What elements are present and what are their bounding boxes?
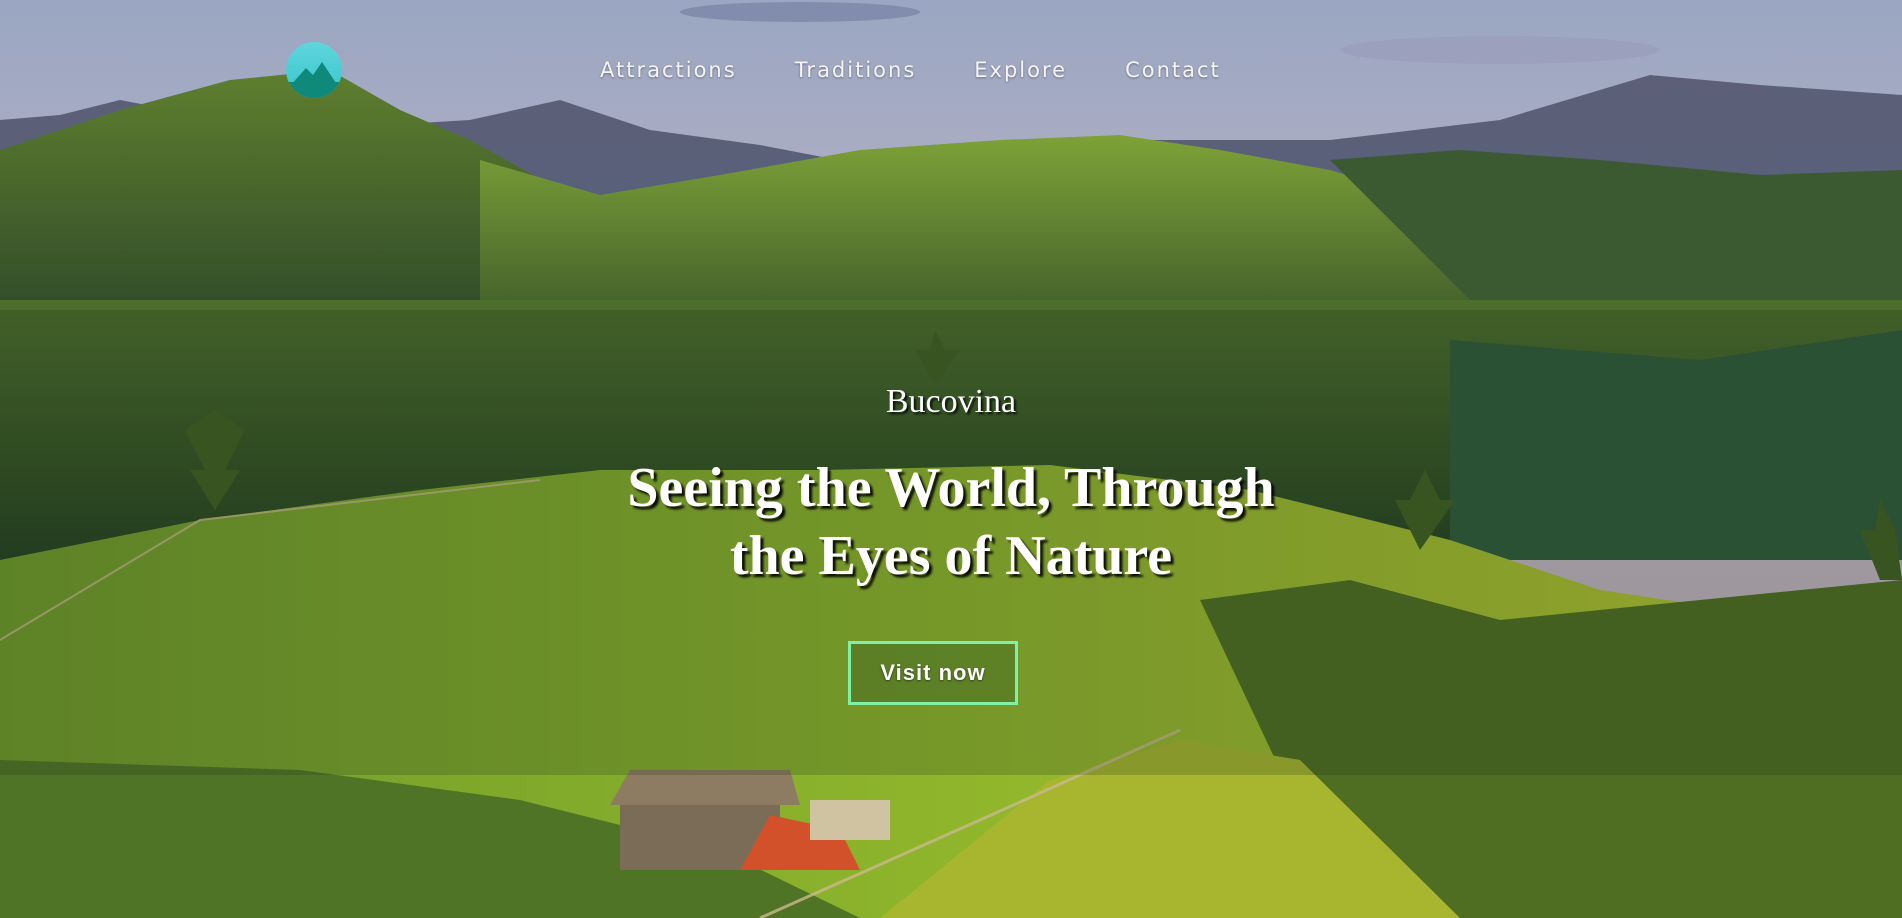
hero-title: Seeing the World, Through the Eyes of Na…: [0, 454, 1902, 590]
hero-title-line-1: Seeing the World, Through: [627, 457, 1275, 519]
nav-link-contact[interactable]: Contact: [1125, 58, 1221, 82]
hero-section: Bucovina Seeing the World, Through the E…: [0, 370, 1902, 590]
nav-link-attractions[interactable]: Attractions: [600, 58, 737, 82]
hero-subtitle: Bucovina: [885, 383, 1017, 420]
mountain-logo-icon[interactable]: [286, 42, 342, 98]
nav-link-traditions[interactable]: Traditions: [795, 58, 917, 82]
nav-link-explore[interactable]: Explore: [974, 58, 1067, 82]
top-navigation: Attractions Traditions Explore Contact: [0, 0, 1902, 150]
hero-title-line-2: the Eyes of Nature: [729, 525, 1173, 587]
main-menu: Attractions Traditions Explore Contact: [600, 58, 1279, 82]
visit-now-button[interactable]: Visit now: [848, 641, 1018, 705]
